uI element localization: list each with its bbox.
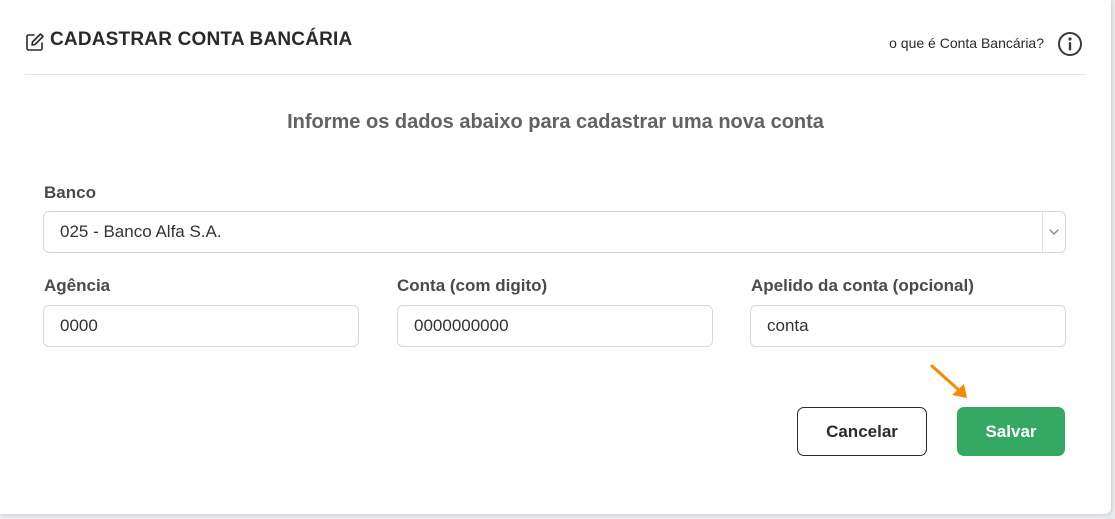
bank-select[interactable]: 025 - Banco Alfa S.A. (43, 211, 1066, 253)
bank-select-value: 025 - Banco Alfa S.A. (60, 222, 222, 241)
bank-label: Banco (44, 183, 96, 202)
nickname-label: Apelido da conta (opcional) (751, 276, 974, 295)
help-link[interactable]: o que é Conta Bancária? (889, 35, 1044, 51)
agency-label: Agência (44, 276, 111, 295)
account-label: Conta (com digito) (397, 276, 548, 295)
cancel-button[interactable]: Cancelar (797, 407, 927, 456)
arrow-annotation-icon (930, 364, 967, 398)
save-button[interactable]: Salvar (957, 407, 1065, 456)
agency-input[interactable]: 0000 (43, 305, 359, 347)
page-title: CADASTRAR CONTA BANCÁRIA (50, 29, 353, 50)
form-header: CADASTRAR CONTA BANCÁRIA o que é Conta B… (25, 0, 1086, 75)
select-arrow[interactable] (1042, 212, 1065, 252)
info-icon[interactable] (1057, 31, 1083, 57)
chevron-down-icon (1049, 229, 1059, 235)
form-subtitle: Informe os dados abaixo para cadastrar u… (287, 111, 824, 133)
edit-icon (26, 33, 44, 51)
account-input[interactable]: 0000000000 (397, 305, 713, 347)
bank-account-form-card: CADASTRAR CONTA BANCÁRIA o que é Conta B… (0, 0, 1111, 514)
nickname-input[interactable]: conta (750, 305, 1066, 347)
